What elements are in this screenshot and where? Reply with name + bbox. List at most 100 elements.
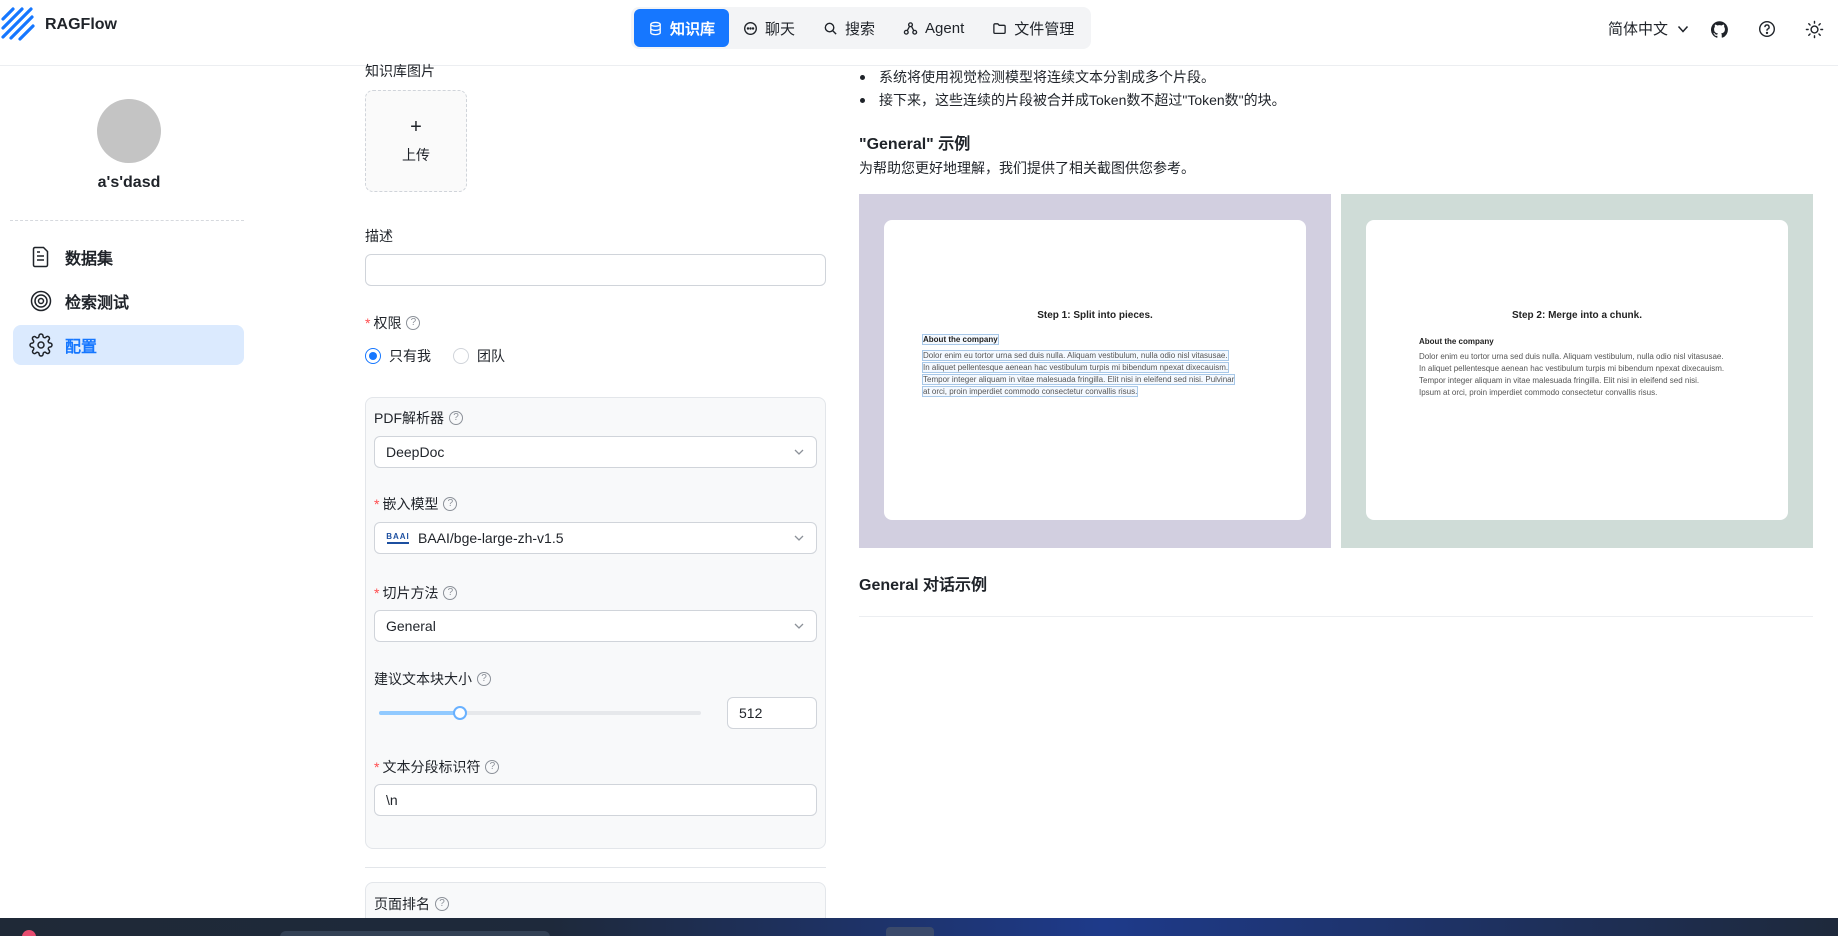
help-icon[interactable]: ? — [443, 497, 458, 511]
nav-label: 知识库 — [670, 20, 716, 38]
embedding-label-text: 嵌入模型 — [382, 496, 439, 512]
chunk-size-input[interactable]: 512 — [727, 697, 817, 729]
help-icon[interactable]: ? — [435, 897, 449, 911]
nav-chat[interactable]: 聊天 — [729, 9, 809, 47]
help-icon[interactable]: ? — [443, 586, 458, 600]
help-icon[interactable]: ? — [449, 411, 463, 425]
doc-heading-text: About the company — [922, 334, 999, 345]
nav-file-management[interactable]: 文件管理 — [978, 9, 1088, 47]
conversation-divider — [859, 616, 1813, 617]
pdf-parser-select[interactable]: DeepDoc — [374, 436, 817, 468]
permission-radio-group: 只有我 团队 — [365, 346, 505, 366]
doc-line: Ipsum at orci, proin imperdiet commodo c… — [1419, 388, 1658, 397]
delimiter-input[interactable]: \n — [374, 784, 817, 816]
sidebar-item-label: 配置 — [65, 339, 98, 356]
embedding-model-value: BAAI/bge-large-zh-v1.5 — [418, 530, 564, 546]
required-mark: * — [374, 496, 380, 512]
chunk-method-label-text: 切片方法 — [382, 585, 439, 601]
folder-icon — [993, 22, 1007, 34]
help-icon[interactable]: ? — [477, 672, 491, 686]
radio-checked-icon — [365, 348, 381, 364]
delimiter-value: \n — [386, 792, 398, 808]
help-icon[interactable]: ? — [485, 760, 500, 774]
description-bullet: 接下来，这些连续的片段被合并成Token数不超过"Token数"的块。 — [860, 89, 1286, 112]
description-input[interactable] — [365, 254, 826, 286]
doc-line: Tempor integer aliquam in vitae malesuad… — [922, 374, 1272, 386]
chevron-down-icon — [794, 449, 804, 455]
page-rank-label-text: 页面排名 — [374, 896, 430, 912]
chat-icon — [744, 21, 757, 35]
baai-logo-icon: BAAI — [386, 531, 410, 544]
upload-image-button[interactable]: + 上传 — [365, 90, 467, 192]
doc-line-text: In aliquet pellentesque aenean hac vesti… — [922, 362, 1230, 373]
github-button[interactable] — [1705, 15, 1733, 43]
doc-line: In aliquet pellentesque aenean hac vesti… — [922, 362, 1272, 374]
doc-line: Dolor enim eu tortor urna sed duis nulla… — [922, 350, 1272, 362]
radio-label: 团队 — [477, 348, 505, 364]
conversation-example-title: General 对话示例 — [859, 577, 988, 594]
question-icon — [1758, 20, 1776, 38]
embedding-model-label: * 嵌入模型 ? — [374, 494, 458, 514]
chunk-size-label: 建议文本块大小 ? — [374, 669, 491, 689]
nav-search[interactable]: 搜索 — [809, 9, 889, 47]
taskbar-search-box[interactable] — [280, 931, 550, 936]
example-image-merge: Step 2: Merge into a chunk. About the co… — [1341, 194, 1813, 548]
chevron-down-icon — [794, 623, 804, 629]
radio-label: 只有我 — [389, 348, 431, 364]
chunk-size-slider[interactable] — [379, 706, 701, 720]
radio-only-me[interactable]: 只有我 — [365, 346, 431, 366]
example-card: Step 2: Merge into a chunk. About the co… — [1366, 220, 1788, 520]
top-bar: RAGFlow 知识库 聊天 搜索 Agent 文件管理 简体中文 — [0, 0, 1838, 66]
doc-line: Dolor enim eu tortor urna sed duis nulla… — [1419, 352, 1724, 361]
kb-avatar — [97, 99, 161, 163]
page-rank-label: 页面排名 ? — [374, 894, 449, 914]
nav-label: 搜索 — [845, 20, 876, 38]
sidebar-item-retrieval-test[interactable]: 检索测试 — [13, 281, 244, 321]
chunk-method-description: 系统将使用视觉检测模型将连续文本分割成多个片段。 接下来，这些连续的片段被合并成… — [860, 66, 1286, 112]
doc-line: In aliquet pellentesque aenean hac vesti… — [1419, 364, 1725, 373]
chevron-down-icon — [794, 535, 804, 541]
language-selector[interactable]: 简体中文 — [1608, 18, 1690, 39]
ragflow-logo-icon[interactable] — [0, 6, 36, 42]
radio-team[interactable]: 团队 — [453, 346, 505, 366]
doc-line-text: Tempor integer aliquam in vitae malesuad… — [922, 374, 1236, 385]
slider-fill — [379, 711, 460, 715]
sidebar-item-dataset[interactable]: 数据集 — [13, 237, 244, 277]
upload-label: 上传 — [402, 147, 430, 163]
os-taskbar — [0, 918, 1838, 936]
app-title[interactable]: RAGFlow — [45, 16, 117, 34]
embedding-model-select[interactable]: BAAI BAAI/bge-large-zh-v1.5 — [374, 522, 817, 554]
doc-line: at orci, proin imperdiet commodo consect… — [922, 386, 1272, 398]
language-label: 简体中文 — [1608, 21, 1669, 38]
kb-name: a's'dasd — [97, 174, 161, 191]
example-document: About the company Dolor enim eu tortor u… — [1416, 334, 1736, 401]
theme-toggle-button[interactable] — [1800, 15, 1828, 43]
slider-handle[interactable] — [452, 706, 467, 720]
delimiter-label: * 文本分段标识符 ? — [374, 757, 500, 777]
database-icon — [650, 21, 661, 35]
nav-agent[interactable]: Agent — [889, 9, 978, 47]
chevron-down-icon — [1677, 25, 1689, 33]
help-button[interactable] — [1753, 15, 1781, 43]
doc-line-text: Dolor enim eu tortor urna sed duis nulla… — [922, 350, 1229, 361]
step-title: Step 1: Split into pieces. — [1037, 310, 1153, 321]
sidebar-item-config[interactable]: 配置 — [13, 325, 244, 365]
help-icon[interactable]: ? — [406, 316, 421, 330]
chunk-size-value: 512 — [739, 705, 763, 721]
chunk-size-label-text: 建议文本块大小 — [374, 671, 472, 687]
chunk-method-select[interactable]: General — [374, 610, 817, 642]
doc-line: Tempor integer aliquam in vitae malesuad… — [1419, 376, 1700, 385]
taskbar-window-icon[interactable] — [886, 927, 934, 936]
baai-logo-text: BAAI — [386, 531, 410, 541]
nav-label: Agent — [925, 19, 965, 37]
example-document: About the company Dolor enim eu tortor u… — [922, 334, 1272, 398]
taskbar-app-icon[interactable] — [22, 930, 36, 936]
target-icon — [30, 290, 52, 312]
pdf-parser-value: DeepDoc — [386, 444, 445, 460]
step-title: Step 2: Merge into a chunk. — [1511, 310, 1643, 321]
example-description: 为帮助您更好地理解，我们提供了相关截图供您参考。 — [859, 160, 1195, 176]
kb-image-label: 知识库图片 — [365, 61, 435, 81]
form-divider — [365, 867, 826, 868]
nav-knowledge-base[interactable]: 知识库 — [634, 9, 730, 47]
description-bullet: 系统将使用视觉检测模型将连续文本分割成多个片段。 — [860, 66, 1286, 89]
